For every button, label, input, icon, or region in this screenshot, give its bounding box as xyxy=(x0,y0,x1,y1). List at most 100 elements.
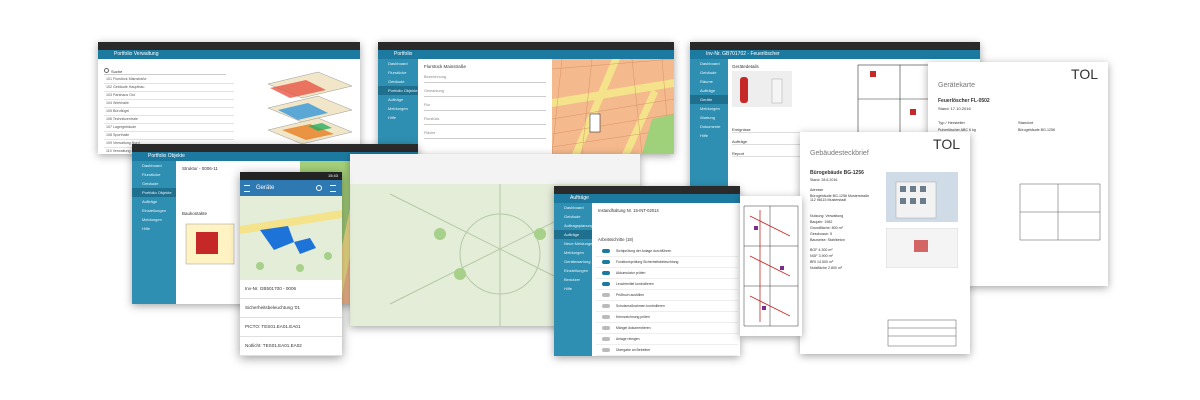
sidebar-item[interactable]: Dashboard xyxy=(378,59,418,68)
form-field[interactable]: Fläche xyxy=(424,131,546,139)
device-list-item[interactable]: Inv-Nr. GB501700 - 0006 xyxy=(240,280,342,299)
card-floor-plan xyxy=(1019,183,1101,241)
sidebar-item[interactable]: Gebäude xyxy=(132,179,176,188)
list-item[interactable]: 106 Technikzentrale xyxy=(104,116,234,124)
sidebar: Dashboard Gebäude Räume Aufträge Geräte Meldu… xyxy=(690,59,728,196)
parcel-map[interactable] xyxy=(552,59,674,154)
step-label: Akkumulator prüfen xyxy=(616,271,646,275)
sidebar-item[interactable]: Dashboard xyxy=(132,161,176,170)
sidebar-item[interactable]: Gebäude xyxy=(554,212,592,221)
sidebar-item[interactable]: Aufträge xyxy=(132,197,176,206)
address-label: Adresse xyxy=(810,188,824,192)
form-field[interactable]: Bezeichnung xyxy=(424,75,546,83)
list-item[interactable]: 105 Büroflügel xyxy=(104,108,234,116)
order-panel: Instandhaltung Nr. 15-INT-02014 Arbeitss… xyxy=(596,206,738,356)
step-toggle[interactable] xyxy=(602,282,610,286)
sidebar-item[interactable]: Geräte xyxy=(690,95,728,104)
stat-line: BRI 14.500 m³ xyxy=(810,260,834,264)
list-item[interactable]: 104 Werkhalle xyxy=(104,100,234,108)
app-title: Inv-Nr. GB701702 - Feuerlöscher xyxy=(690,50,980,59)
sidebar-item[interactable]: Gebäude xyxy=(378,77,418,86)
step-toggle[interactable] xyxy=(602,260,610,264)
sidebar-item[interactable]: Flurstücke xyxy=(132,170,176,179)
sidebar-item[interactable]: Aufträge xyxy=(378,95,418,104)
sidebar-item[interactable]: Meldungen xyxy=(132,215,176,224)
area-value: 800 m² xyxy=(831,226,843,230)
sidebar-item[interactable]: Meldungen xyxy=(690,104,728,113)
title-bar xyxy=(132,144,418,152)
sidebar-item[interactable]: Portfolio Objekte xyxy=(378,86,418,95)
sidebar-item[interactable]: Einstellungen xyxy=(132,206,176,215)
form-field[interactable]: Flurstück xyxy=(424,117,546,125)
sidebar-item[interactable]: Meldungen xyxy=(378,104,418,113)
list-item[interactable]: 107 Lagergebäude xyxy=(104,124,234,132)
list-item[interactable]: 108 Sporthalle xyxy=(104,132,234,140)
sidebar-item[interactable]: Aufträge xyxy=(554,230,592,239)
step-label: Anlage reinigen xyxy=(616,337,640,341)
step-toggle[interactable] xyxy=(602,315,610,319)
list-icon[interactable] xyxy=(330,185,336,192)
sidebar-item[interactable]: Dokumente xyxy=(690,122,728,131)
step-label: Funktionsprüfung Sicherheitsbeleuchtung xyxy=(616,260,679,264)
sidebar-item[interactable]: Wartung xyxy=(690,113,728,122)
device-list-item[interactable]: Notlicht: TES01.EA01.EA02 xyxy=(240,337,342,356)
detail-panel: Flurstück Mainstraße Bezeichnung Gemarkun… xyxy=(422,62,548,152)
sidebar-item[interactable]: Dashboard xyxy=(690,59,728,68)
sidebar-item[interactable]: Neue Meldungen xyxy=(554,239,592,248)
step-toggle[interactable] xyxy=(602,348,610,352)
building-photo xyxy=(886,172,958,222)
phone-map[interactable] xyxy=(240,196,342,280)
area-row: Grundfläche: 800 m² xyxy=(810,226,843,230)
sidebar-item[interactable]: Portfolio Objekte xyxy=(132,188,176,197)
sidebar-item[interactable]: Hilfe xyxy=(378,113,418,122)
sidebar-item[interactable]: Benutzer xyxy=(554,275,592,284)
sidebar-item[interactable]: Hilfe xyxy=(132,224,176,233)
order-header: Instandhaltung Nr. 15-INT-02014 xyxy=(598,208,659,213)
device-list-item[interactable]: Sicherheitsbeleuchtung '01 xyxy=(240,299,342,318)
sidebar-item[interactable]: Flurstücke xyxy=(378,68,418,77)
sidebar-item[interactable]: Räume xyxy=(690,77,728,86)
site-map xyxy=(886,228,958,268)
search-icon[interactable] xyxy=(316,185,322,191)
stat-line: NGF 3.900 m² xyxy=(810,254,833,258)
sidebar-item[interactable]: Dashboard xyxy=(554,203,592,212)
sidebar-item[interactable]: Hilfe xyxy=(554,284,592,293)
step-toggle[interactable] xyxy=(602,271,610,275)
detail-header: Flurstück Mainstraße xyxy=(424,64,467,69)
construction-value: Stahlbeton xyxy=(827,238,845,242)
step-row: Anlage reinigen xyxy=(596,334,738,345)
step-label: Mängel dokumentieren xyxy=(616,326,651,330)
sidebar-item[interactable]: Gerätewartung xyxy=(554,257,592,266)
step-toggle[interactable] xyxy=(602,293,610,297)
section-title: Gerätedetails xyxy=(732,64,759,69)
list-item[interactable]: 103 Parkhaus Ost xyxy=(104,92,234,100)
sidebar-item[interactable]: Einstellungen xyxy=(554,266,592,275)
usage-row: Nutzung: Verwaltung xyxy=(810,214,843,218)
floors-label: Geschosse: xyxy=(810,232,829,236)
sidebar-item[interactable]: Gebäude xyxy=(690,68,728,77)
floors-value: 5 xyxy=(829,232,832,236)
form-field[interactable]: Gemarkung xyxy=(424,89,546,97)
menu-icon[interactable] xyxy=(244,185,250,192)
step-toggle[interactable] xyxy=(602,304,610,308)
app-title: Aufträge xyxy=(554,194,740,203)
sidebar-item[interactable]: Meldungen xyxy=(554,248,592,257)
step-label: Prüfbuch ausfüllen xyxy=(616,293,645,297)
step-toggle[interactable] xyxy=(602,249,610,253)
status-bar: 15:43 xyxy=(240,172,342,180)
search-bar[interactable]: Suche xyxy=(104,68,226,75)
plan-drawing xyxy=(740,196,802,336)
sidebar-item[interactable]: Hilfe xyxy=(690,131,728,140)
step-label: Übergabe an Betreiber xyxy=(616,348,651,352)
step-toggle[interactable] xyxy=(602,326,610,330)
list-item[interactable]: 102 Gebäude Hauptbau xyxy=(104,84,234,92)
form-field[interactable]: Flur xyxy=(424,103,546,111)
sidebar-item[interactable]: Aufträge xyxy=(690,86,728,95)
sidebar-item[interactable]: Auftragsplanung xyxy=(554,221,592,230)
stat-line: Nutzfläche 2.800 m² xyxy=(810,266,843,270)
step-toggle[interactable] xyxy=(602,337,610,341)
device-list-item[interactable]: PICTO: TES01.EA01.EA01 xyxy=(240,318,342,337)
stats-list: BGF 4.300 m² NGF 3.900 m² BRI 14.500 m³ Nut… xyxy=(810,248,842,272)
list-item[interactable]: 101 Flurstück Mainstraße xyxy=(104,76,234,84)
usage-value: Verwaltung xyxy=(825,214,844,218)
